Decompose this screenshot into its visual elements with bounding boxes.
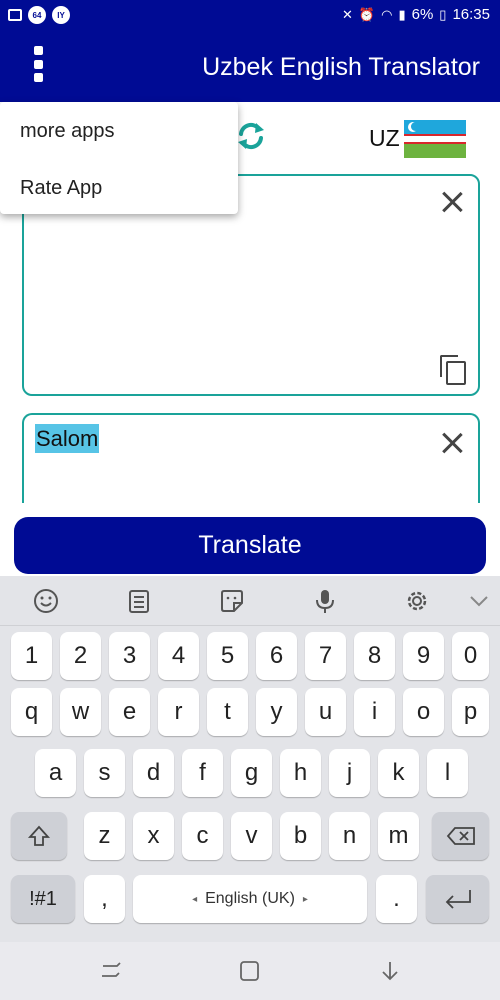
key-p[interactable]: p	[452, 688, 489, 736]
key-9[interactable]: 9	[403, 632, 444, 680]
menu-item-more-apps[interactable]: more apps	[20, 120, 115, 143]
swap-refresh-icon[interactable]	[235, 120, 267, 152]
key-t[interactable]: t	[207, 688, 248, 736]
space-language-label: English (UK)	[205, 890, 295, 907]
gallery-icon	[8, 9, 22, 21]
symbols-key[interactable]: !#1	[11, 875, 75, 923]
key-z[interactable]: z	[84, 812, 125, 860]
settings-icon[interactable]	[404, 588, 430, 614]
key-w[interactable]: w	[60, 688, 101, 736]
key-r[interactable]: r	[158, 688, 199, 736]
key-d[interactable]: d	[133, 749, 174, 797]
key-b[interactable]: b	[280, 812, 321, 860]
status-bar: 64 IY ✕ ⏰ ◠ ▮ 6% ▯ 16:35	[0, 0, 500, 32]
source-input-text[interactable]: Salom	[35, 424, 100, 453]
key-i[interactable]: i	[354, 688, 395, 736]
period-key[interactable]: .	[376, 875, 417, 923]
key-f[interactable]: f	[182, 749, 223, 797]
key-n[interactable]: n	[329, 812, 370, 860]
key-6[interactable]: 6	[256, 632, 297, 680]
notification-badge: 64	[28, 6, 46, 24]
more-vert-icon[interactable]	[30, 46, 46, 82]
language-code[interactable]: UZ	[369, 125, 400, 152]
space-left-arrow-icon: ◂	[192, 893, 198, 905]
copy-icon[interactable]	[440, 355, 468, 385]
key-j[interactable]: j	[329, 749, 370, 797]
translate-button[interactable]: Translate	[14, 517, 486, 574]
comma-key[interactable]: ,	[84, 875, 125, 923]
backspace-key[interactable]	[432, 812, 489, 860]
clear-input-icon[interactable]	[441, 432, 463, 454]
space-key[interactable]: ◂ English (UK) ▸	[133, 875, 367, 923]
recent-apps-icon[interactable]	[99, 960, 123, 982]
app-bar: Uzbek English Translator	[0, 32, 500, 102]
chevron-down-icon[interactable]	[466, 588, 492, 614]
keyboard: 1 2 3 4 5 6 7 8 9 0 q w e r t y u i o p …	[0, 576, 500, 942]
clipboard-icon[interactable]	[126, 588, 152, 614]
sticker-icon[interactable]	[219, 588, 245, 614]
clock: 16:35	[452, 6, 490, 23]
app-title: Uzbek English Translator	[202, 53, 480, 81]
notification-badge: IY	[52, 6, 70, 24]
backspace-icon	[446, 827, 475, 845]
key-5[interactable]: 5	[207, 632, 248, 680]
key-x[interactable]: x	[133, 812, 174, 860]
key-g[interactable]: g	[231, 749, 272, 797]
key-s[interactable]: s	[84, 749, 125, 797]
home-icon[interactable]	[238, 960, 262, 982]
key-2[interactable]: 2	[60, 632, 101, 680]
mute-icon: ✕	[342, 6, 353, 22]
back-down-icon[interactable]	[378, 960, 402, 982]
keyboard-toolbar	[0, 576, 500, 626]
key-3[interactable]: 3	[109, 632, 150, 680]
key-o[interactable]: o	[403, 688, 444, 736]
wifi-icon: ◠	[381, 6, 393, 22]
signal-icon: ▮	[398, 6, 406, 22]
key-1[interactable]: 1	[11, 632, 52, 680]
key-u[interactable]: u	[305, 688, 346, 736]
menu-item-rate-app[interactable]: Rate App	[20, 177, 102, 200]
clear-output-icon[interactable]	[441, 191, 463, 213]
key-4[interactable]: 4	[158, 632, 199, 680]
enter-key[interactable]	[426, 875, 489, 923]
key-c[interactable]: c	[182, 812, 223, 860]
overflow-menu: more apps Rate App	[0, 102, 238, 214]
battery-percent: 6%	[411, 6, 434, 23]
key-0[interactable]: 0	[452, 632, 489, 680]
alarm-icon: ⏰	[358, 6, 376, 22]
uzbekistan-flag-icon[interactable]	[404, 120, 466, 158]
navigation-bar	[0, 942, 500, 1000]
emoji-icon[interactable]	[33, 588, 59, 614]
enter-icon	[445, 890, 471, 909]
key-e[interactable]: e	[109, 688, 150, 736]
battery-icon: ▯	[439, 6, 447, 22]
key-m[interactable]: m	[378, 812, 419, 860]
key-8[interactable]: 8	[354, 632, 395, 680]
shift-key[interactable]	[11, 812, 67, 860]
mic-icon[interactable]	[312, 588, 338, 614]
key-k[interactable]: k	[378, 749, 419, 797]
key-a[interactable]: a	[35, 749, 76, 797]
key-h[interactable]: h	[280, 749, 321, 797]
shift-icon	[27, 825, 51, 846]
space-right-arrow-icon: ▸	[302, 893, 308, 905]
key-y[interactable]: y	[256, 688, 297, 736]
key-q[interactable]: q	[11, 688, 52, 736]
key-l[interactable]: l	[427, 749, 468, 797]
key-7[interactable]: 7	[305, 632, 346, 680]
key-v[interactable]: v	[231, 812, 272, 860]
